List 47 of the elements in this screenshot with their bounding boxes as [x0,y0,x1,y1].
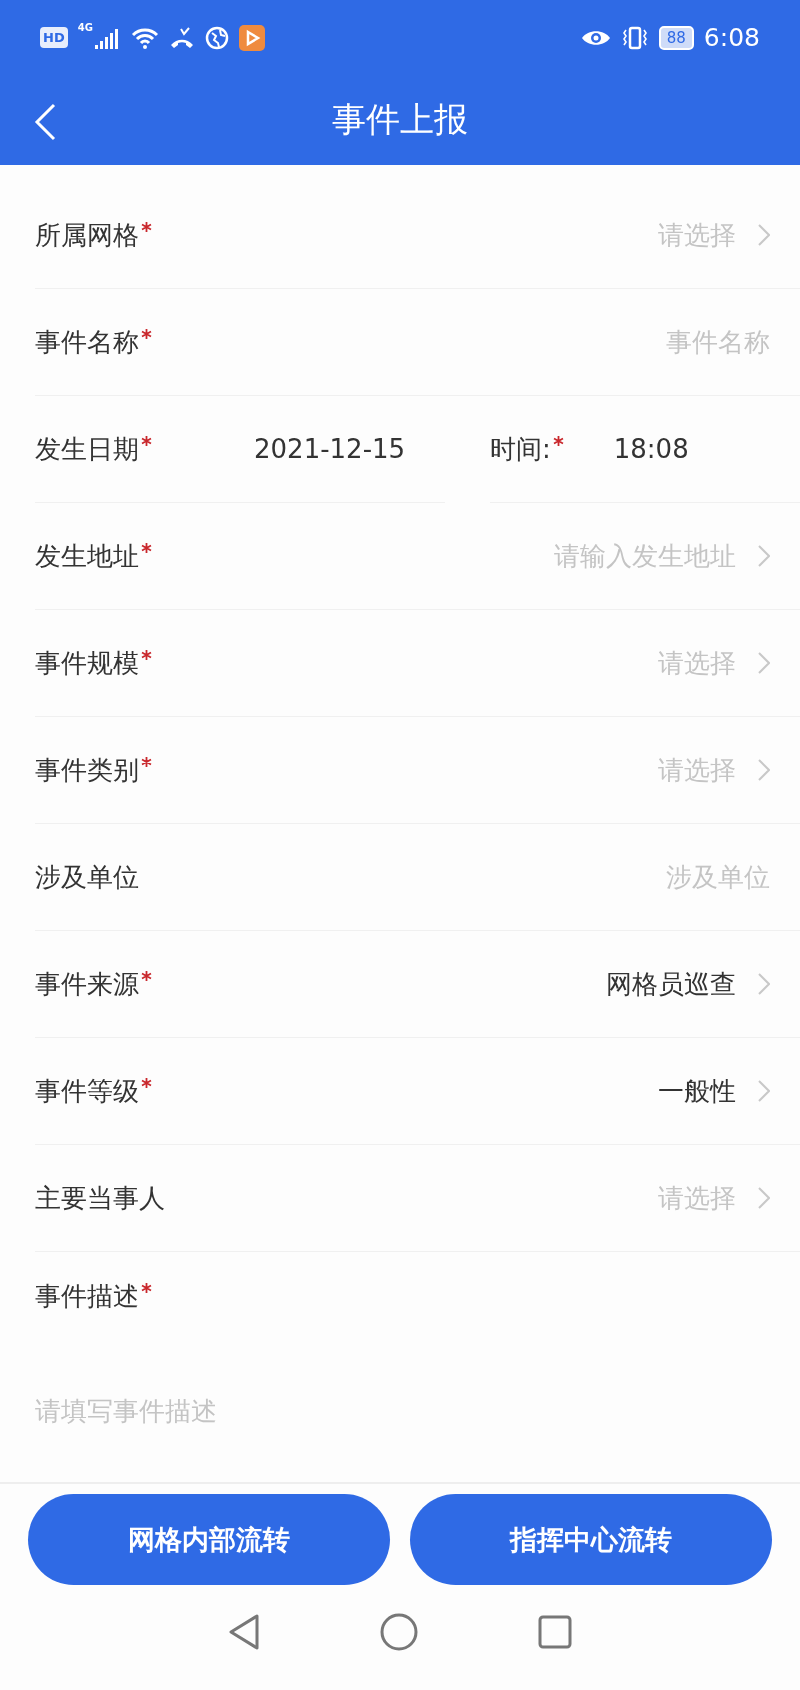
field-label: 事件描述 [35,1279,139,1313]
field-placeholder[interactable]: 请选择 [658,217,736,253]
field-value[interactable]: 网格员巡查 [606,966,736,1002]
app-icon [238,24,265,51]
field-label: 所属网格 [35,218,139,252]
battery-level: 88 [658,25,694,50]
field-label: 事件类别 [35,753,139,787]
field-label: 事件名称 [35,325,139,359]
chevron-icon [758,545,770,567]
field-label: 发生地址 [35,539,139,573]
home-nav-icon[interactable] [380,1613,418,1651]
field-label: 主要当事人 [35,1181,165,1215]
field-label: 事件规模 [35,646,139,680]
field-placeholder[interactable]: 请选择 [658,752,736,788]
date-value[interactable]: 2021-12-15 [254,434,406,464]
network-label: 4G [77,22,93,33]
chevron-icon [758,759,770,781]
chevron-icon [758,652,770,674]
back-icon [34,103,56,141]
field-value[interactable]: 一般性 [658,1073,736,1109]
clock-time: 6:08 [703,23,760,52]
submit-button[interactable]: 指挥中心流转 [410,1494,772,1585]
field-label: 事件等级 [35,1074,139,1108]
field-placeholder[interactable]: 请选择 [658,1180,736,1216]
back-nav-icon[interactable] [228,1614,260,1650]
hd-badge: HD [40,27,68,48]
field-label: 发生日期 [35,432,139,466]
chevron-icon [758,1080,770,1102]
recents-nav-icon[interactable] [538,1615,572,1649]
chevron-icon [758,973,770,995]
chevron-icon [758,224,770,246]
signal-icon [94,26,121,49]
field-label: 涉及单位 [35,860,139,894]
wifi-icon [130,26,159,49]
field-label: 事件来源 [35,967,139,1001]
chevron-icon [758,1187,770,1209]
submit-button[interactable]: 网格内部流转 [28,1494,390,1585]
field-placeholder[interactable]: 请选择 [658,645,736,681]
field-placeholder[interactable]: 涉及单位 [666,859,770,895]
time-value[interactable]: 18:08 [613,434,689,464]
field-placeholder[interactable]: 事件名称 [666,324,770,360]
description-field[interactable]: 请填写事件描述 [35,1394,435,1444]
page-title: 事件上报 [332,98,468,141]
vibrate-icon [620,25,649,50]
field-placeholder[interactable]: 请输入发生地址 [554,538,736,574]
time-label: 时间: [490,432,551,466]
globe-icon [204,25,229,50]
